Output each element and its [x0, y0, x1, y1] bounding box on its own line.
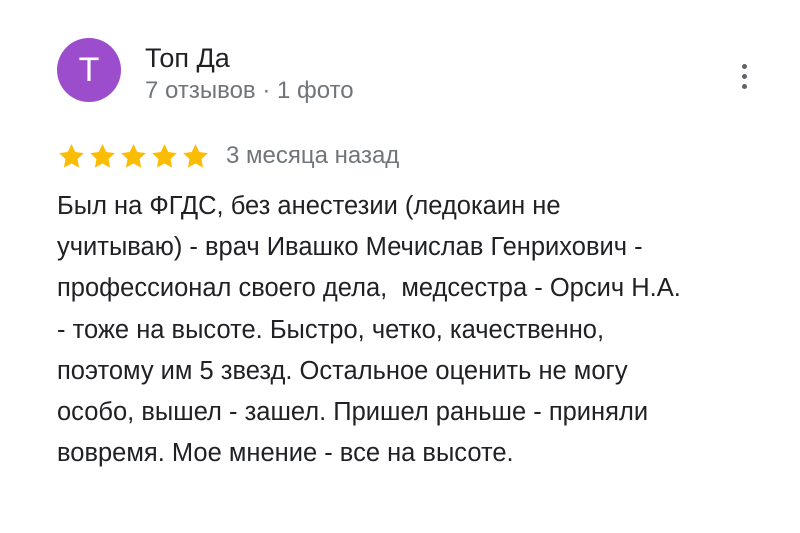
star-icon — [152, 143, 177, 168]
avatar-letter: T — [78, 51, 100, 89]
star-rating — [57, 142, 210, 171]
author-name[interactable]: Топ Да — [145, 41, 230, 75]
star-icon — [59, 143, 84, 168]
author-avatar[interactable]: T — [57, 38, 121, 102]
star-icon — [90, 143, 115, 168]
more-options-button[interactable] — [730, 58, 758, 94]
more-vert-icon-dot — [741, 63, 747, 69]
more-vert-icon-dot — [741, 73, 747, 79]
star-icon — [121, 143, 146, 168]
rating-row: 3 месяца назад — [57, 138, 399, 174]
review-text: Был на ФГДС, без анестезии (ледокаин не … — [57, 192, 681, 468]
review-card: T Топ Да 7 отзывов · 1 фото 3 месяца наз… — [0, 0, 800, 533]
more-vert-icon-dot — [741, 83, 747, 89]
review-date: 3 месяца назад — [226, 142, 400, 169]
star-icon — [183, 143, 208, 168]
author-meta[interactable]: 7 отзывов · 1 фото — [145, 75, 354, 107]
